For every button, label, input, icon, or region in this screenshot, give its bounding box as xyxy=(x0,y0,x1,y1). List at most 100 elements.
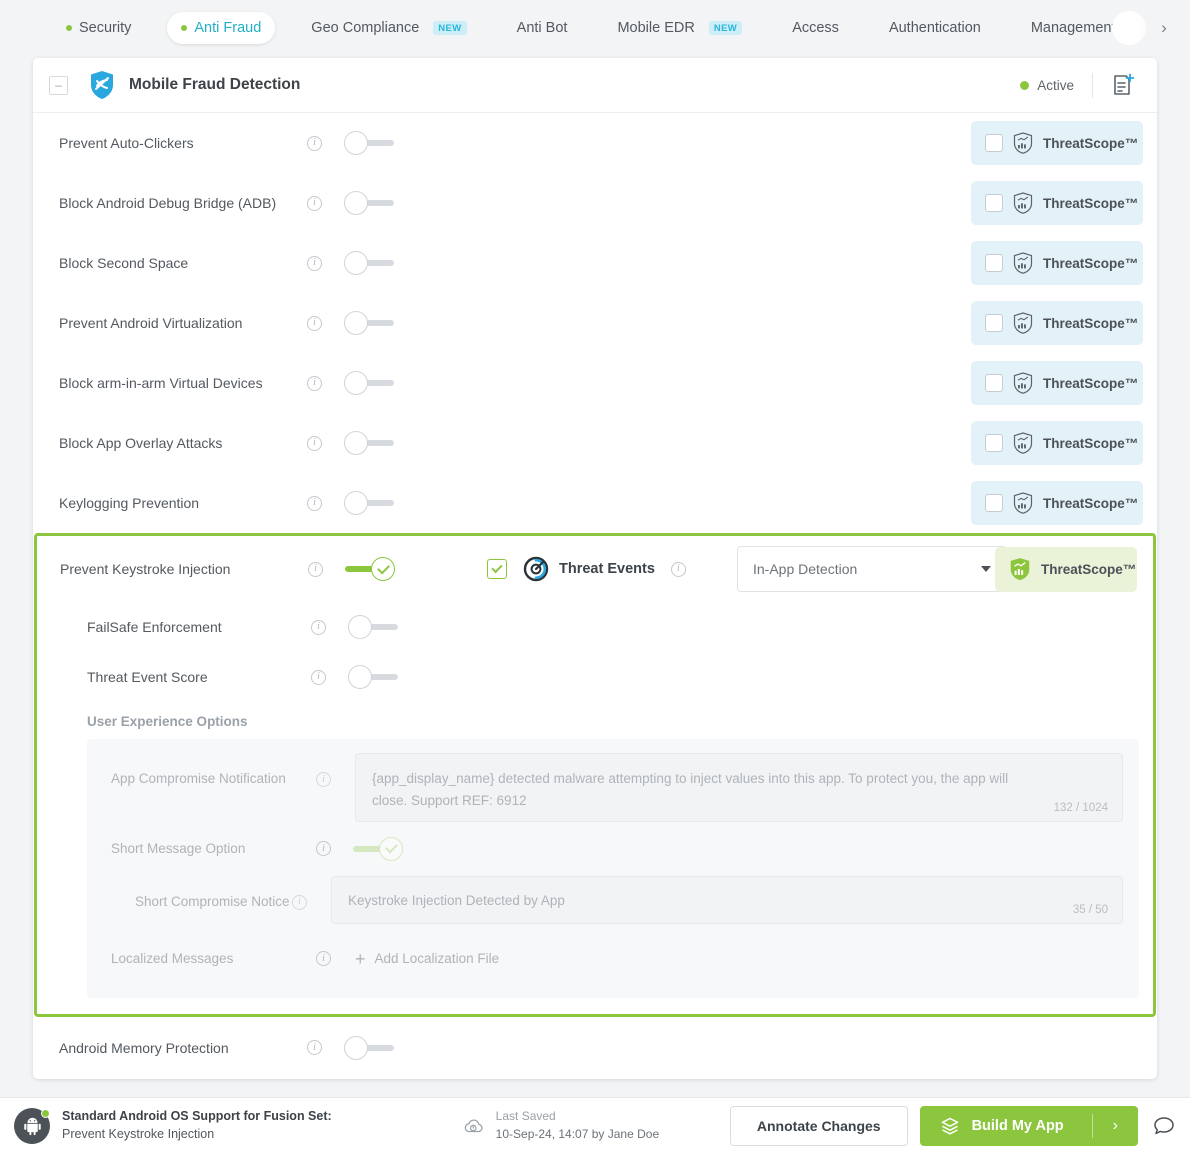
info-icon[interactable]: i xyxy=(316,772,331,787)
short-message-option-toggle[interactable] xyxy=(353,836,405,861)
setting-toggle[interactable] xyxy=(348,615,400,639)
setting-toggle[interactable] xyxy=(344,371,396,395)
info-icon[interactable]: i xyxy=(307,375,322,391)
threatscope-label: ThreatScope™ xyxy=(1043,255,1139,271)
info-icon[interactable]: i xyxy=(307,255,322,271)
field-label: Localized Messages xyxy=(111,951,234,967)
tab-anti-bot[interactable]: Anti Bot xyxy=(503,12,582,44)
threatscope-checkbox[interactable] xyxy=(985,494,1003,512)
toggle-knob xyxy=(371,557,395,581)
collapse-toggle-button[interactable]: – xyxy=(49,75,68,95)
shield-chart-icon xyxy=(1013,492,1033,514)
tab-access[interactable]: Access xyxy=(778,12,853,44)
setting-toggle[interactable] xyxy=(344,131,396,155)
setting-toggle[interactable] xyxy=(345,557,397,581)
setting-toggle[interactable] xyxy=(344,431,396,455)
footer-context-text: Standard Android OS Support for Fusion S… xyxy=(62,1108,332,1144)
footer-title: Standard Android OS Support for Fusion S… xyxy=(62,1108,332,1123)
tab-label: Authentication xyxy=(888,20,981,36)
threatscope-label: ThreatScope™ xyxy=(1041,561,1137,577)
add-localization-file-button[interactable]: + Add Localization File xyxy=(355,950,499,968)
threatscope-pill[interactable]: ThreatScope™ xyxy=(971,181,1143,225)
chat-bubble-icon[interactable] xyxy=(1152,1114,1176,1138)
threatscope-label: ThreatScope™ xyxy=(1043,315,1139,331)
toggle-knob xyxy=(348,615,372,639)
setting-label: Block arm-in-arm Virtual Devices xyxy=(59,375,263,391)
threatscope-label: ThreatScope™ xyxy=(1043,375,1139,391)
threatscope-pill[interactable]: ThreatScope™ xyxy=(971,421,1143,465)
tab-label: Access xyxy=(792,20,839,36)
threatscope-checkbox[interactable] xyxy=(985,194,1003,212)
threat-event-score-row: Threat Event Score i xyxy=(37,652,1153,702)
last-saved-value: 10-Sep-24, 14:07 by Jane Doe xyxy=(495,1126,660,1141)
threatscope-checkbox[interactable] xyxy=(985,374,1003,392)
info-icon[interactable]: i xyxy=(307,1040,322,1056)
threatscope-checkbox[interactable] xyxy=(985,434,1003,452)
threatscope-checkbox[interactable] xyxy=(985,314,1003,332)
info-icon[interactable]: i xyxy=(307,195,322,211)
tab-mobile-edr[interactable]: Mobile EDR NEW xyxy=(603,12,756,44)
toggle-knob xyxy=(344,431,368,455)
info-icon[interactable]: i xyxy=(307,435,322,451)
threatscope-checkbox[interactable] xyxy=(985,254,1003,272)
info-icon[interactable]: i xyxy=(311,619,326,635)
status-badge: Active xyxy=(1020,78,1074,93)
threatscope-pill[interactable]: ThreatScope™ xyxy=(971,481,1143,525)
user-experience-options-heading: User Experience Options xyxy=(87,714,248,729)
build-arrow-icon[interactable]: › xyxy=(1093,1117,1138,1135)
top-tab-bar: Security Anti Fraud Geo Compliance NEW A… xyxy=(0,0,1190,56)
field-label: Short Compromise Notice xyxy=(135,893,290,909)
chevron-down-icon xyxy=(981,566,991,572)
setting-label: Block App Overlay Attacks xyxy=(59,435,223,451)
shield-chart-icon xyxy=(1010,558,1030,581)
setting-toggle[interactable] xyxy=(344,251,396,275)
tab-label: Security xyxy=(79,20,132,36)
threatscope-pill-active[interactable]: ThreatScope™ xyxy=(995,546,1137,592)
threatscope-pill[interactable]: ThreatScope™ xyxy=(971,361,1143,405)
setting-toggle[interactable] xyxy=(344,491,396,515)
android-icon xyxy=(23,1117,41,1136)
highlighted-setting-group: Prevent Keystroke Injection i Threat Eve… xyxy=(34,533,1156,1017)
setting-toggle[interactable] xyxy=(344,1035,396,1060)
info-icon[interactable]: i xyxy=(307,135,322,151)
threat-events-checkbox[interactable] xyxy=(487,559,507,579)
tab-scroll-right-button[interactable]: › xyxy=(1138,0,1190,56)
document-add-icon[interactable] xyxy=(1111,73,1135,97)
short-compromise-notice-input[interactable]: Keystroke Injection Detected by App 35 /… xyxy=(331,875,1123,924)
info-icon[interactable]: i xyxy=(307,315,322,331)
cloud-save-icon xyxy=(464,1119,483,1132)
plus-icon: + xyxy=(355,948,366,969)
prevent-keystroke-injection-row: Prevent Keystroke Injection i Threat Eve… xyxy=(37,536,1153,602)
last-saved-block: Last Saved 10-Sep-24, 14:07 by Jane Doe xyxy=(462,1108,659,1142)
threatscope-pill[interactable]: ThreatScope™ xyxy=(971,241,1143,285)
setting-label: Prevent Auto-Clickers xyxy=(59,135,194,151)
setting-label: Prevent Keystroke Injection xyxy=(60,561,231,577)
annotate-changes-button[interactable]: Annotate Changes xyxy=(729,1105,908,1146)
failsafe-enforcement-row: FailSafe Enforcement i xyxy=(37,602,1153,652)
tab-security[interactable]: Security xyxy=(52,12,145,44)
info-icon[interactable]: i xyxy=(316,841,331,857)
threatscope-pill[interactable]: ThreatScope™ xyxy=(971,301,1143,345)
build-my-app-button[interactable]: Build My App › xyxy=(919,1105,1138,1146)
input-value: Keystroke Injection Detected by App xyxy=(348,892,565,908)
info-icon[interactable]: i xyxy=(292,894,307,910)
setting-toggle[interactable] xyxy=(344,311,396,335)
tab-label: Anti Fraud xyxy=(194,20,262,36)
tab-anti-fraud[interactable]: Anti Fraud xyxy=(167,12,276,44)
tab-authentication[interactable]: Authentication xyxy=(875,12,995,44)
info-icon[interactable]: i xyxy=(316,951,331,967)
info-icon[interactable]: i xyxy=(311,669,326,685)
info-icon[interactable]: i xyxy=(670,561,686,577)
setting-toggle[interactable] xyxy=(344,191,396,215)
info-icon[interactable]: i xyxy=(308,561,323,577)
setting-row: Block Second Space i ThreatScope™ xyxy=(33,233,1157,293)
detection-mode-dropdown[interactable]: In-App Detection xyxy=(737,546,1007,592)
mobile-fraud-detection-card: – Mobile Fraud Detection Active Prevent … xyxy=(33,58,1157,1079)
threatscope-pill[interactable]: ThreatScope™ xyxy=(971,121,1143,165)
tab-geo-compliance[interactable]: Geo Compliance NEW xyxy=(297,12,480,44)
setting-toggle[interactable] xyxy=(348,665,400,689)
app-compromise-notification-input[interactable]: {app_display_name} detected malware atte… xyxy=(355,753,1123,822)
threatscope-checkbox[interactable] xyxy=(985,134,1003,152)
shield-chart-icon xyxy=(1013,132,1033,154)
info-icon[interactable]: i xyxy=(307,495,322,511)
